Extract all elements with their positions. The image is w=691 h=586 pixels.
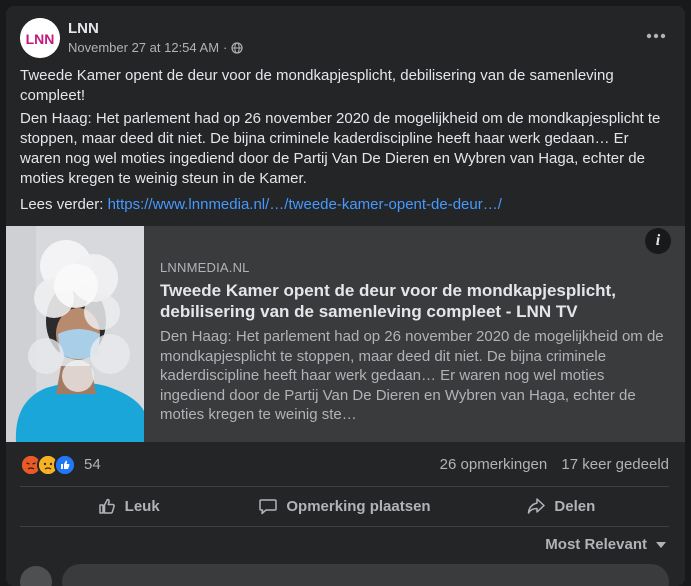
like-button[interactable]: Leuk xyxy=(20,488,236,524)
reaction-count[interactable]: 54 xyxy=(84,456,101,473)
engagement-counts: 26 opmerkingen 17 keer gedeeld xyxy=(430,456,669,473)
thumbs-up-outline-icon xyxy=(98,498,115,514)
share-count[interactable]: 17 keer gedeeld xyxy=(561,456,669,473)
info-button[interactable]: i xyxy=(645,228,671,254)
comment-sort-dropdown[interactable]: Most Relevant xyxy=(545,536,667,553)
globe-icon xyxy=(231,41,243,54)
share-label: Delen xyxy=(554,497,596,515)
comment-button[interactable]: Opmerking plaatsen xyxy=(236,488,452,524)
preview-domain: LNNMEDIA.NL xyxy=(160,260,250,275)
comment-input[interactable] xyxy=(62,564,669,586)
smoke-mask-image xyxy=(6,226,144,442)
like-label: Leuk xyxy=(124,497,160,515)
post-body-text: Den Haag: Het parlement had op 26 novemb… xyxy=(20,110,661,187)
reaction-icons[interactable] xyxy=(20,454,76,476)
caret-down-icon xyxy=(656,541,666,548)
preview-thumbnail[interactable] xyxy=(6,226,144,442)
divider xyxy=(20,526,669,527)
read-more-line: Lees verder: https://www.lnnmedia.nl/…/t… xyxy=(20,195,669,215)
post-header: LNN LNN November 27 at 12:54 AM · xyxy=(20,18,671,62)
comment-icon xyxy=(259,499,278,515)
like-reaction-icon xyxy=(54,454,76,476)
user-avatar xyxy=(20,566,52,586)
more-icon xyxy=(646,33,666,39)
page-avatar[interactable]: LNN xyxy=(20,18,60,58)
read-more-label: Lees verder: xyxy=(20,196,104,213)
post-title-text: Tweede Kamer opent de deur voor de mondk… xyxy=(20,67,614,104)
comment-label: Opmerking plaatsen xyxy=(286,497,431,515)
comment-composer xyxy=(20,562,669,586)
share-icon xyxy=(528,498,546,514)
sort-label: Most Relevant xyxy=(545,536,647,553)
preview-text: LNNMEDIA.NL Tweede Kamer opent de deur v… xyxy=(160,260,669,425)
action-bar: Leuk Opmerking plaatsen Delen xyxy=(20,488,669,524)
post-timestamp[interactable]: November 27 at 12:54 AM xyxy=(68,40,219,55)
thumbs-up-icon xyxy=(56,456,74,474)
lnn-logo: LNN xyxy=(20,18,60,58)
read-more-link[interactable]: https://www.lnnmedia.nl/…/tweede-kamer-o… xyxy=(108,196,502,213)
page-name[interactable]: LNN xyxy=(68,20,99,37)
divider xyxy=(20,486,669,487)
share-button[interactable]: Delen xyxy=(453,488,669,524)
preview-title[interactable]: Tweede Kamer opent de deur voor de mondk… xyxy=(160,280,669,322)
reactions-row: 54 26 opmerkingen 17 keer gedeeld xyxy=(20,452,669,476)
post-card: LNN LNN November 27 at 12:54 AM · Tweede… xyxy=(6,6,685,586)
preview-description: Den Haag: Het parlement had op 26 novemb… xyxy=(160,328,664,423)
comment-count[interactable]: 26 opmerkingen xyxy=(440,456,548,473)
link-preview[interactable]: LNNMEDIA.NL Tweede Kamer opent de deur v… xyxy=(6,226,685,442)
svg-text:LNN: LNN xyxy=(26,31,55,47)
more-options-button[interactable] xyxy=(643,24,669,50)
post-meta: November 27 at 12:54 AM · xyxy=(68,40,243,55)
meta-separator: · xyxy=(223,40,228,55)
